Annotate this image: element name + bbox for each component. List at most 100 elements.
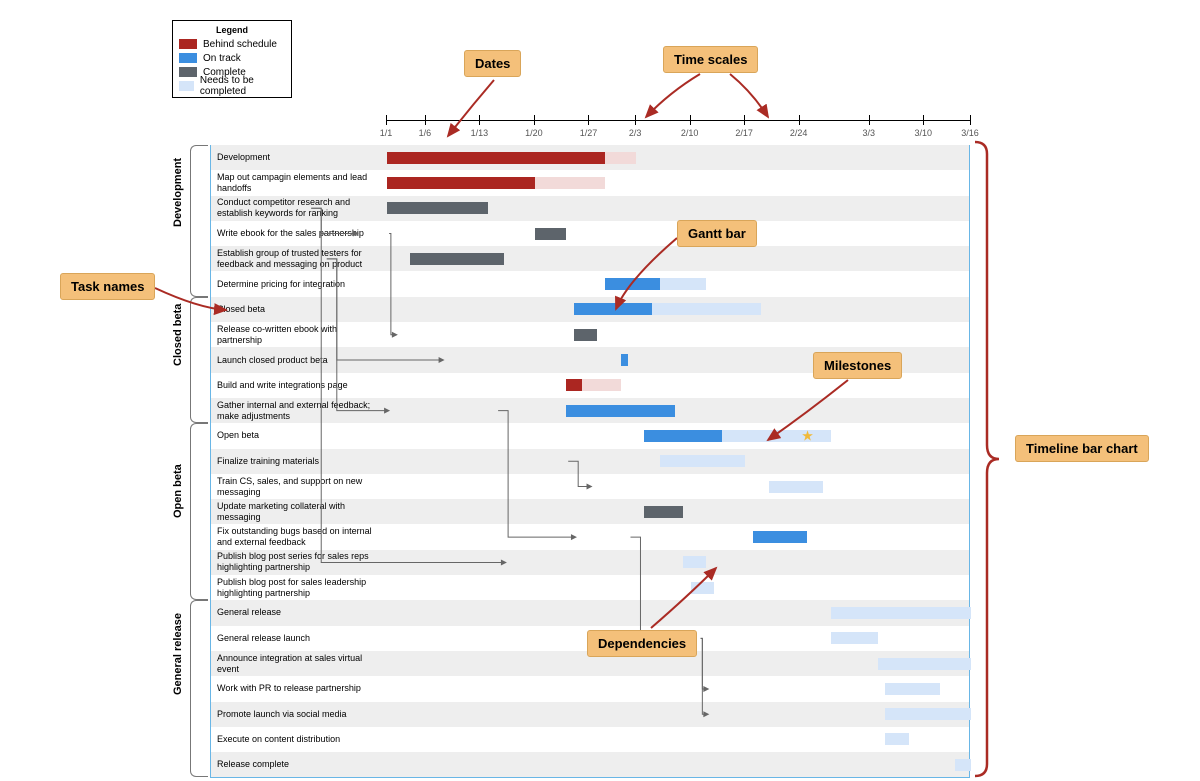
gantt-bar: [582, 379, 621, 391]
task-bar-cell: [387, 474, 969, 499]
table-row: Map out campagin elements and lead hando…: [211, 170, 969, 195]
gantt-bar: [574, 303, 652, 315]
section-bracket: [190, 297, 208, 424]
axis-tick-label: 2/10: [681, 128, 699, 138]
gantt-bar: [644, 430, 722, 442]
task-name: Release co-written ebook with partnershi…: [211, 322, 387, 347]
gantt-bar: [652, 303, 761, 315]
table-row: Promote launch via social media: [211, 702, 969, 727]
table-row: Development: [211, 145, 969, 170]
task-name: Promote launch via social media: [211, 702, 387, 727]
task-bar-cell: [387, 550, 969, 575]
gantt-bar: [660, 278, 707, 290]
task-bar-cell: [387, 398, 969, 423]
table-row: Open beta★: [211, 423, 969, 448]
gantt-bar: [605, 152, 636, 164]
gantt-bar: [722, 430, 831, 442]
task-bar-cell: [387, 575, 969, 600]
task-name: Build and write integrations page: [211, 373, 387, 398]
gantt-bar: [683, 556, 706, 568]
task-bar-cell: [387, 702, 969, 727]
table-row: Execute on content distribution: [211, 727, 969, 752]
callout-milestones: Milestones: [813, 352, 902, 379]
axis-tick-label: 1/1: [380, 128, 393, 138]
section-label: Open beta: [172, 502, 184, 518]
task-bar-cell: [387, 449, 969, 474]
gantt-chart: DevelopmentMap out campagin elements and…: [210, 145, 970, 778]
table-row: Publish blog post for sales leadership h…: [211, 575, 969, 600]
gantt-bar: [885, 733, 908, 745]
legend-label: Behind schedule: [203, 39, 277, 50]
gantt-bar: [831, 632, 878, 644]
task-name: Write ebook for the sales partnership: [211, 221, 387, 246]
task-name: Execute on content distribution: [211, 727, 387, 752]
task-bar-cell: [387, 246, 969, 271]
legend-label: Needs to be completed: [200, 75, 285, 97]
gantt-bar: [660, 455, 746, 467]
axis-tick-label: 1/20: [525, 128, 543, 138]
task-name: General release: [211, 600, 387, 625]
table-row: General release: [211, 600, 969, 625]
section-bracket: [190, 423, 208, 600]
axis-tick-label: 3/10: [915, 128, 933, 138]
table-row: Update marketing collateral with messagi…: [211, 499, 969, 524]
table-row: Work with PR to release partnership: [211, 676, 969, 701]
big-bracket: [975, 140, 999, 778]
section-label: Closed beta: [172, 350, 184, 366]
axis-tick-label: 1/27: [580, 128, 598, 138]
gantt-bar: [644, 506, 683, 518]
gantt-bar: [535, 228, 566, 240]
gantt-bar: [387, 202, 488, 214]
gantt-bar: [885, 708, 971, 720]
table-row: Closed beta: [211, 297, 969, 322]
legend-title: Legend: [179, 25, 285, 35]
task-bar-cell: [387, 145, 969, 170]
callout-dates: Dates: [464, 50, 521, 77]
section-label: General release: [172, 679, 184, 695]
task-bar-cell: [387, 322, 969, 347]
task-name: Publish blog post series for sales reps …: [211, 550, 387, 575]
axis-tick-label: 1/13: [471, 128, 489, 138]
table-row: Write ebook for the sales partnership: [211, 221, 969, 246]
axis-tick-label: 2/3: [629, 128, 642, 138]
gantt-bar: [574, 329, 597, 341]
legend-swatch: [179, 53, 197, 63]
task-name: Update marketing collateral with messagi…: [211, 499, 387, 524]
section-bracket: [190, 145, 208, 297]
task-bar-cell: [387, 676, 969, 701]
gantt-bar: [566, 379, 582, 391]
section-label: Development: [172, 211, 184, 227]
table-row: Establish group of trusted testers for f…: [211, 246, 969, 271]
gantt-bar: [769, 481, 824, 493]
task-bar-cell: [387, 524, 969, 549]
gantt-bar: [955, 759, 971, 771]
callout-time-scales: Time scales: [663, 46, 758, 73]
milestone-icon: ★: [801, 427, 814, 444]
task-name: Publish blog post for sales leadership h…: [211, 575, 387, 600]
gantt-bar: [387, 152, 605, 164]
task-bar-cell: [387, 170, 969, 195]
table-row: Conduct competitor research and establis…: [211, 196, 969, 221]
task-name: Work with PR to release partnership: [211, 676, 387, 701]
legend: Legend Behind scheduleOn trackCompleteNe…: [172, 20, 292, 98]
legend-swatch: [179, 39, 197, 49]
task-bar-cell: ★: [387, 423, 969, 448]
task-name: General release launch: [211, 626, 387, 651]
table-row: Gather internal and external feedback; m…: [211, 398, 969, 423]
task-name: Finalize training materials: [211, 449, 387, 474]
legend-swatch: [179, 81, 194, 91]
task-name: Conduct competitor research and establis…: [211, 196, 387, 221]
task-name: Development: [211, 145, 387, 170]
callout-task-names: Task names: [60, 273, 155, 300]
legend-item: Behind schedule: [179, 37, 285, 51]
task-bar-cell: [387, 297, 969, 322]
axis-tick-label: 1/6: [419, 128, 432, 138]
task-bar-cell: [387, 196, 969, 221]
gantt-bar: [566, 405, 675, 417]
task-name: Fix outstanding bugs based on internal a…: [211, 524, 387, 549]
task-name: Launch closed product beta: [211, 347, 387, 372]
task-bar-cell: [387, 727, 969, 752]
gantt-bar: [885, 683, 940, 695]
table-row: Release co-written ebook with partnershi…: [211, 322, 969, 347]
gantt-bar: [831, 607, 971, 619]
